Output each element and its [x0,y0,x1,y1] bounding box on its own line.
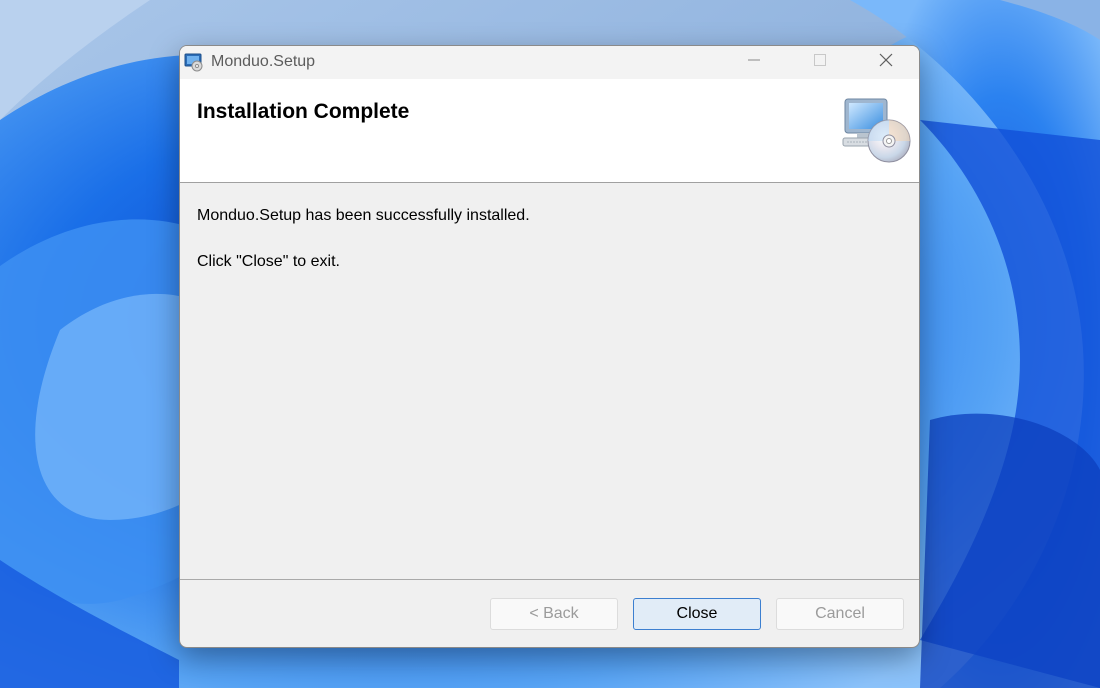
setup-app-icon [184,52,204,72]
minimize-button[interactable] [721,46,787,79]
minimize-icon [747,53,761,72]
wizard-header: Installation Complete [180,79,919,183]
maximize-button[interactable] [787,46,853,79]
exit-instruction: Click "Close" to exit. [197,253,340,270]
close-icon [878,52,894,73]
close-button[interactable]: Close [633,598,761,630]
back-button[interactable]: < Back [490,598,618,630]
window-close-button[interactable] [853,46,919,79]
computer-cd-icon [841,97,913,167]
maximize-icon [813,53,827,72]
page-title: Installation Complete [197,100,410,123]
success-message: Monduo.Setup has been successfully insta… [197,207,530,224]
installer-window: Monduo.Setup Installation Complete Mondu… [179,45,920,648]
footer-divider [180,579,919,580]
window-title: Monduo.Setup [211,53,316,70]
title-bar[interactable]: Monduo.Setup [180,46,919,79]
cancel-button[interactable]: Cancel [776,598,904,630]
